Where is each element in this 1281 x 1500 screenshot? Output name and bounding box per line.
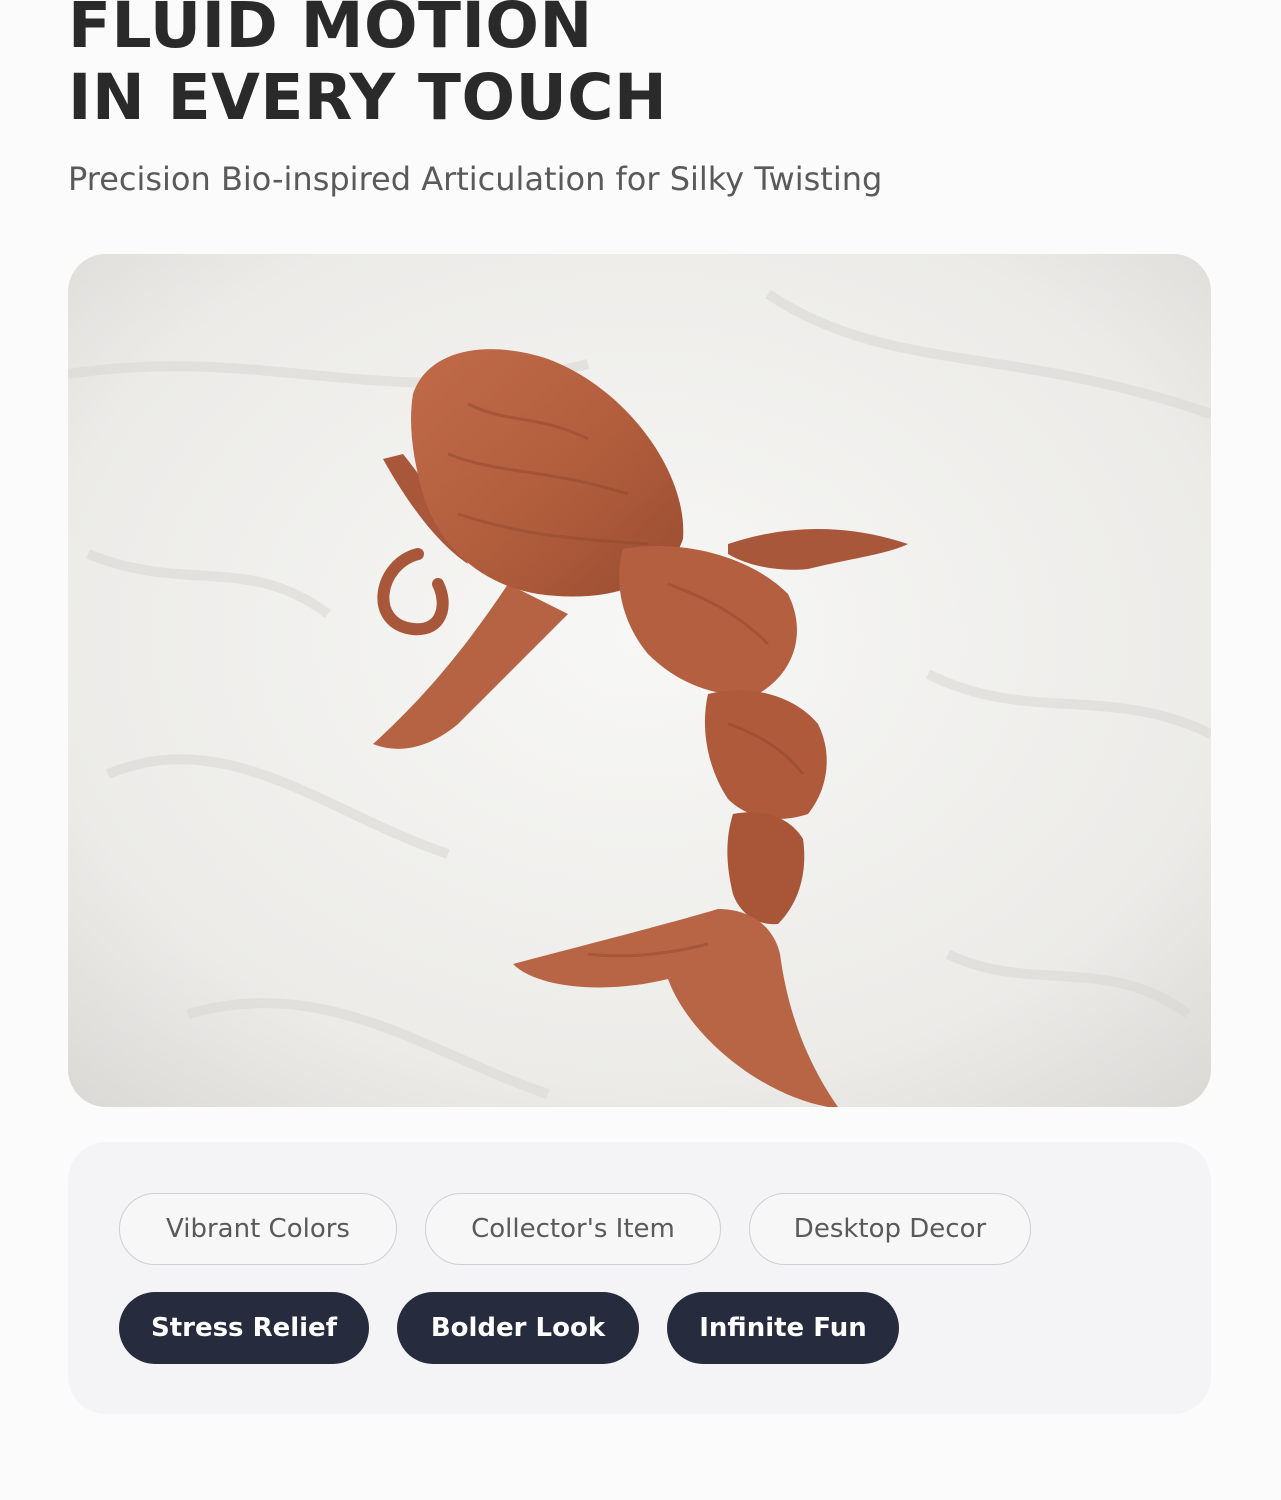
- headline-line-1: FLUID MOTION: [68, 0, 593, 62]
- tag-infinite-fun: Infinite Fun: [667, 1292, 899, 1364]
- tag-desktop-decor: Desktop Decor: [749, 1193, 1031, 1265]
- headline: FLUID MOTION IN EVERY TOUCH: [68, 0, 667, 134]
- whale-toy-illustration: [68, 254, 1211, 1107]
- filled-tags-row: Stress Relief Bolder Look Infinite Fun: [119, 1292, 899, 1364]
- outlined-tags-row: Vibrant Colors Collector's Item Desktop …: [119, 1193, 1031, 1265]
- tag-vibrant-colors: Vibrant Colors: [119, 1193, 397, 1265]
- subtitle: Precision Bio-inspired Articulation for …: [68, 160, 883, 198]
- product-photo: [68, 254, 1211, 1107]
- tag-stress-relief: Stress Relief: [119, 1292, 369, 1364]
- feature-tags-panel: Vibrant Colors Collector's Item Desktop …: [68, 1142, 1211, 1414]
- tag-collectors-item: Collector's Item: [425, 1193, 721, 1265]
- tag-bolder-look: Bolder Look: [397, 1292, 639, 1364]
- headline-line-2: IN EVERY TOUCH: [68, 61, 668, 134]
